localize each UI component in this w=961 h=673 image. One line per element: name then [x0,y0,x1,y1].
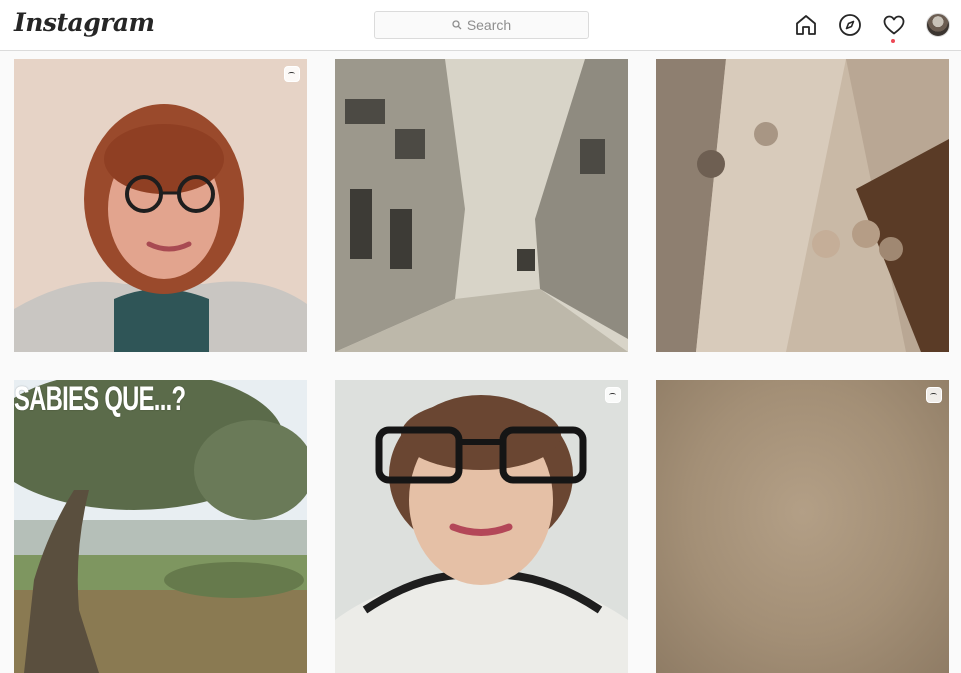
post-tile-3[interactable] [656,59,949,352]
post-image-portrait-short-hair [335,380,628,673]
reel-icon [284,66,300,82]
post-image-old-street [335,59,628,352]
top-navigation-bar: Instagram Search [0,0,961,51]
post-tile-6[interactable] [656,380,949,673]
home-icon[interactable] [794,13,818,37]
post-overlay-text: SABIES QUE...? [14,380,186,418]
post-image-church-portal [656,59,949,352]
search-box[interactable]: Search [374,11,589,39]
explore-icon[interactable] [838,13,862,37]
profile-avatar[interactable] [926,13,950,37]
reel-icon [605,387,621,403]
instagram-logo[interactable]: Instagram [14,8,155,37]
post-image-olive-tree [14,380,307,673]
search-placeholder: Search [466,17,512,33]
reel-icon [926,387,942,403]
post-tile-1[interactable] [14,59,307,352]
activity-notification-dot [891,39,895,43]
search-icon [452,20,462,30]
post-tile-5[interactable] [335,380,628,673]
post-tile-2[interactable] [335,59,628,352]
heart-icon[interactable] [882,13,906,37]
post-image-portrait-woman [14,59,307,352]
post-tile-4[interactable]: SABIES QUE...? [14,380,307,673]
